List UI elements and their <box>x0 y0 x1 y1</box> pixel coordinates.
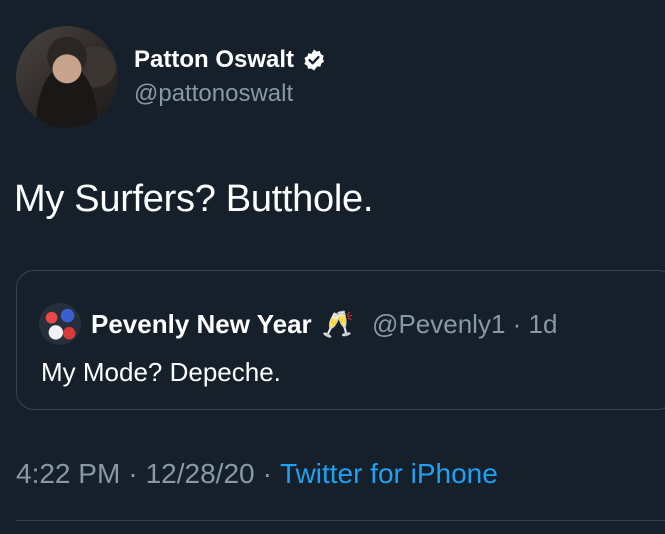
tweet-meta: 4:22 PM · 12/28/20 · Twitter for iPhone <box>16 458 498 490</box>
author-names: Patton Oswalt @pattonoswalt <box>134 46 326 108</box>
author-display-name[interactable]: Patton Oswalt <box>134 46 294 74</box>
divider <box>16 520 665 521</box>
meta-separator: · <box>128 458 138 489</box>
avatar[interactable] <box>16 26 118 128</box>
meta-separator: · <box>262 458 272 489</box>
tweet-header: Patton Oswalt @pattonoswalt <box>16 26 326 128</box>
quoted-display-name: Pevenly New Year <box>91 308 312 339</box>
tweet-date[interactable]: 12/28/20 <box>146 458 255 490</box>
quoted-avatar <box>39 303 81 345</box>
tweet-source-link[interactable]: Twitter for iPhone <box>280 458 498 490</box>
quoted-tweet-header: Pevenly New Year 🥂 @Pevenly1 · 1d <box>39 303 557 345</box>
quoted-tweet-text: My Mode? Depeche. <box>41 357 281 387</box>
tweet-text: My Surfers? Butthole. <box>14 178 374 220</box>
verified-badge-icon <box>304 49 325 71</box>
author-handle[interactable]: @pattonoswalt <box>134 80 326 108</box>
quoted-handle-time: @Pevenly1 · 1d <box>372 308 558 339</box>
quoted-tweet-card[interactable]: Pevenly New Year 🥂 @Pevenly1 · 1d My Mod… <box>16 270 665 410</box>
champagne-emoji-icon: 🥂 <box>321 308 355 339</box>
name-row: Patton Oswalt <box>134 46 326 74</box>
tweet: Patton Oswalt @pattonoswalt My Surfers? … <box>0 0 665 534</box>
tweet-time[interactable]: 4:22 PM <box>16 458 120 490</box>
